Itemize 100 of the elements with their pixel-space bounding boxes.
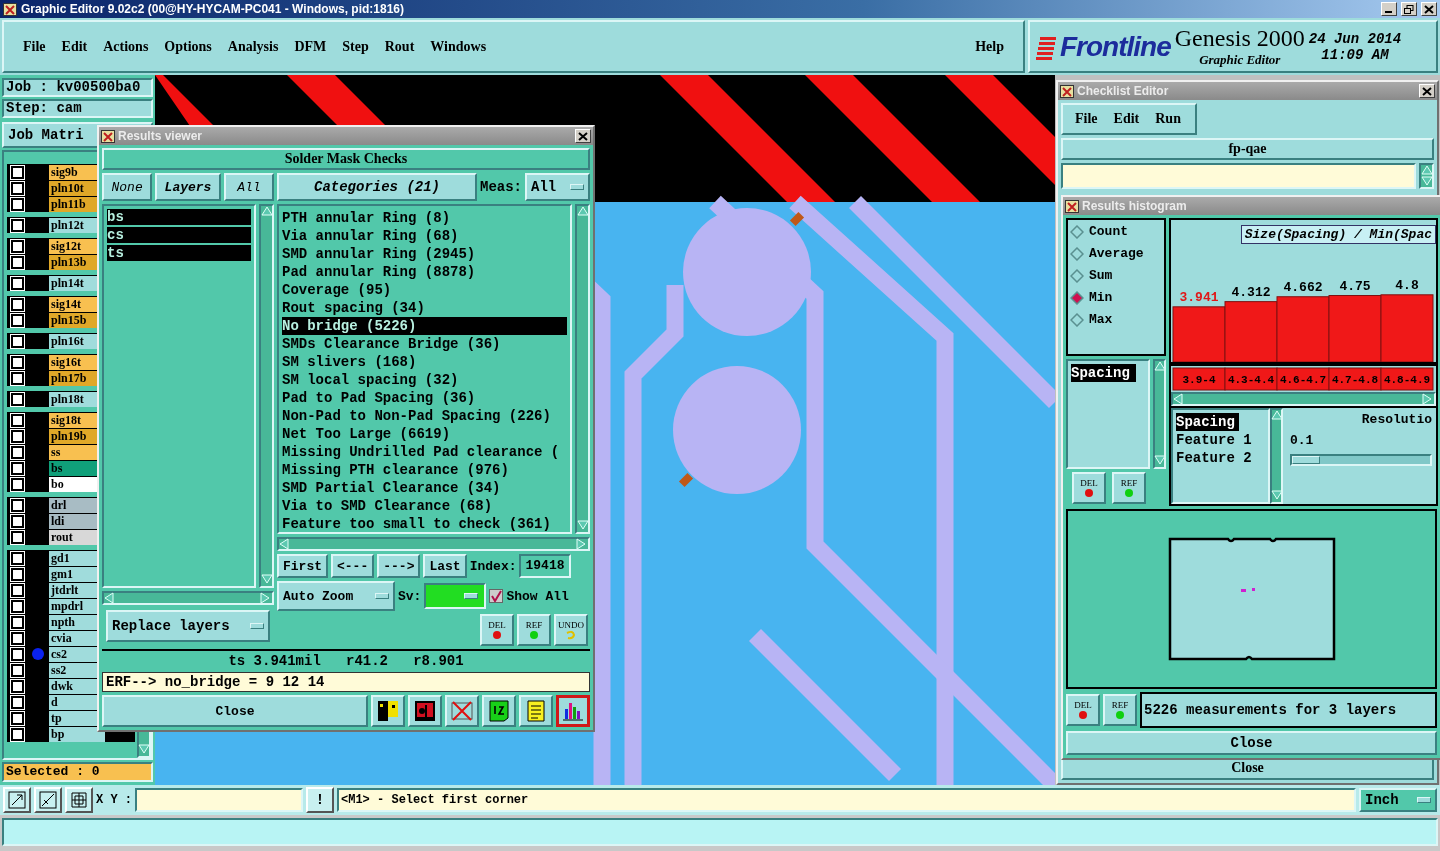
menu-item[interactable]: Windows <box>424 36 493 57</box>
navigation-button[interactable]: <--- <box>331 554 375 578</box>
resolution-slider[interactable] <box>1290 454 1432 466</box>
scroll-left-arrow-icon[interactable] <box>279 538 291 550</box>
scroll-down-arrow-icon[interactable] <box>138 744 150 756</box>
layer-checkbox[interactable] <box>11 371 24 385</box>
menu-item[interactable]: Run <box>1149 109 1187 129</box>
scroll-right-arrow-icon[interactable] <box>260 592 272 604</box>
vertical-scrollbar[interactable] <box>1153 359 1166 469</box>
scroll-down-arrow-icon[interactable] <box>260 574 273 586</box>
category-item[interactable]: Via annular Ring (68) <box>282 227 567 245</box>
layer-checkbox[interactable] <box>11 530 24 544</box>
category-item[interactable]: SM local spacing (32) <box>282 371 567 389</box>
field-item[interactable]: Spacing <box>1071 364 1136 382</box>
scroll-down-arrow-icon[interactable] <box>1420 176 1433 187</box>
restore-button[interactable] <box>1401 2 1417 16</box>
layer-checkbox[interactable] <box>11 551 24 565</box>
layer-checkbox[interactable] <box>11 334 24 348</box>
layer-checkbox[interactable] <box>11 679 24 693</box>
category-item[interactable]: Pad annular Ring (8878) <box>282 263 567 281</box>
layer-item[interactable]: cs <box>107 227 251 243</box>
scroll-left-arrow-icon[interactable] <box>104 592 116 604</box>
category-item[interactable]: Coverage (95) <box>282 281 567 299</box>
menu-item[interactable]: DFM <box>288 36 333 57</box>
measure-item[interactable]: Feature 2 <box>1176 449 1256 467</box>
grid-button[interactable] <box>65 787 93 813</box>
replace-mode-dropdown[interactable]: Replace layers <box>106 610 270 642</box>
category-item[interactable]: Via to SMD Clearance (68) <box>282 497 567 515</box>
scroll-left-arrow-icon[interactable] <box>1173 393 1185 405</box>
scroll-right-arrow-icon[interactable] <box>1422 393 1434 405</box>
layer-checkbox[interactable] <box>11 197 24 211</box>
layer-checkbox[interactable] <box>11 711 24 725</box>
text-field[interactable] <box>1061 163 1416 189</box>
units-dropdown[interactable]: Inch <box>1359 788 1437 812</box>
scroll-up-arrow-icon[interactable] <box>1270 410 1283 422</box>
menu-item[interactable]: File <box>17 36 52 57</box>
navigation-button[interactable]: First <box>277 554 328 578</box>
tool-button[interactable] <box>482 695 516 727</box>
layer-checkbox[interactable] <box>11 181 24 195</box>
layer-checkbox[interactable] <box>11 461 24 475</box>
scroll-up-arrow-icon[interactable] <box>1420 165 1433 176</box>
horizontal-scrollbar[interactable] <box>1171 392 1436 406</box>
vertical-scrollbar[interactable] <box>259 204 274 588</box>
close-button[interactable] <box>1421 2 1437 16</box>
refresh-button[interactable]: REF <box>1112 472 1146 504</box>
category-item[interactable]: Missing PTH clearance (976) <box>282 461 567 479</box>
category-item[interactable]: PTH annular Ring (8) <box>282 209 567 227</box>
layer-checkbox[interactable] <box>11 615 24 629</box>
layer-checkbox[interactable] <box>11 631 24 645</box>
category-item[interactable]: Non-Pad to Non-Pad Spacing (226) <box>282 407 567 425</box>
menu-item[interactable]: Analysis <box>221 36 285 57</box>
navigation-button[interactable]: ---> <box>377 554 421 578</box>
layer-checkbox[interactable] <box>11 695 24 709</box>
scroll-down-arrow-icon[interactable] <box>576 520 589 532</box>
layer-checkbox[interactable] <box>11 663 24 677</box>
scroll-right-arrow-icon[interactable] <box>576 538 588 550</box>
delete-button[interactable]: DEL <box>1066 694 1100 726</box>
close-button[interactable] <box>575 129 591 143</box>
help-menu[interactable]: Help <box>969 36 1010 57</box>
menu-item[interactable]: Step <box>336 36 375 57</box>
category-item[interactable]: Net Too Large (6619) <box>282 425 567 443</box>
menu-item[interactable]: Rout <box>378 36 421 57</box>
close-button[interactable]: Close <box>1066 731 1437 755</box>
layer-checkbox[interactable] <box>11 477 24 491</box>
layer-checkbox[interactable] <box>11 647 24 661</box>
layer-checkbox[interactable] <box>11 727 24 741</box>
vertical-scrollbar[interactable] <box>575 204 590 534</box>
layer-item[interactable]: ts <box>107 245 251 261</box>
layer-checkbox[interactable] <box>11 255 24 269</box>
layer-checkbox[interactable] <box>11 413 24 427</box>
refresh-button[interactable]: REF <box>517 614 551 646</box>
menu-item[interactable]: File <box>1069 109 1104 129</box>
layer-checkbox[interactable] <box>11 429 24 443</box>
categories-button[interactable]: Categories (21) <box>277 173 477 201</box>
radio-option[interactable]: Average <box>1070 246 1162 261</box>
tool-button[interactable] <box>371 695 405 727</box>
tool-button[interactable] <box>408 695 442 727</box>
layer-checkbox[interactable] <box>11 313 24 327</box>
scroll-up-arrow-icon[interactable] <box>260 206 273 218</box>
alert-button[interactable]: ! <box>306 787 334 813</box>
zoom-mode-dropdown[interactable]: Auto Zoom <box>277 581 395 611</box>
category-item[interactable]: SMD annular Ring (2945) <box>282 245 567 263</box>
layer-select-button[interactable]: All <box>223 173 274 201</box>
index-field[interactable]: 19418 <box>519 554 571 578</box>
layer-checkbox[interactable] <box>11 218 24 232</box>
menu-item[interactable]: Edit <box>55 36 94 57</box>
layer-checkbox[interactable] <box>11 514 24 528</box>
meas-dropdown[interactable]: All <box>525 173 590 201</box>
refresh-button[interactable]: REF <box>1103 694 1137 726</box>
delete-button[interactable]: DEL <box>480 614 514 646</box>
scroll-down-arrow-icon[interactable] <box>1153 455 1166 467</box>
scroll-up-arrow-icon[interactable] <box>576 206 589 218</box>
category-item[interactable]: Missing Undrilled Pad clearance ( <box>282 443 567 461</box>
close-button[interactable]: Close <box>102 695 368 727</box>
layer-item[interactable]: bs <box>107 209 251 225</box>
scroll-up-arrow-icon[interactable] <box>1153 361 1166 373</box>
layer-checkbox[interactable] <box>11 583 24 597</box>
category-item[interactable]: No bridge (5226) <box>282 317 567 335</box>
layer-checkbox[interactable] <box>11 567 24 581</box>
horizontal-scrollbar[interactable] <box>102 591 274 605</box>
